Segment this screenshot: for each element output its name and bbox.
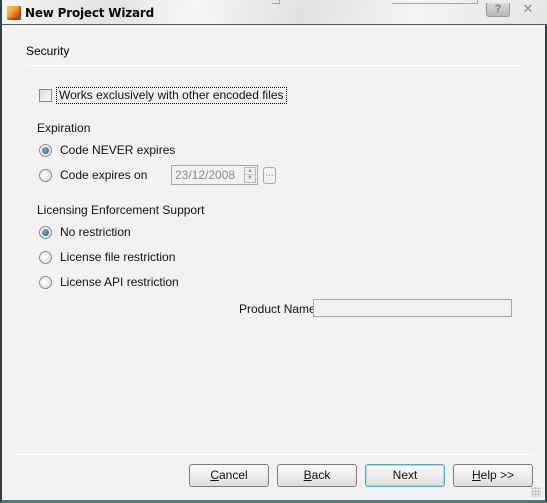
- button-label: ancel: [218, 468, 248, 482]
- radio-label: Code expires on: [60, 168, 148, 182]
- resize-grip-icon[interactable]: [531, 487, 541, 497]
- radio-license-file-restriction[interactable]: License file restriction: [39, 250, 175, 264]
- expiration-date-value: 23/12/2008: [175, 168, 236, 182]
- close-x-icon[interactable]: ✕: [518, 2, 538, 16]
- expiration-group-label: Expiration: [37, 121, 91, 135]
- encoded-files-checkbox[interactable]: [39, 89, 52, 102]
- title-decoration: [392, 0, 478, 4]
- radio-label: Code NEVER expires: [60, 143, 176, 157]
- title-bar[interactable]: New Project Wizard ? ✕: [2, 0, 547, 25]
- title-decoration: [272, 0, 280, 4]
- radio-button[interactable]: [39, 225, 52, 239]
- radio-label: License API restriction: [60, 275, 179, 289]
- radio-code-never-expires[interactable]: Code NEVER expires: [39, 143, 175, 157]
- accelerator-key: B: [303, 468, 312, 482]
- button-label: elp >>: [480, 468, 515, 482]
- page-title: Security: [26, 44, 70, 58]
- wizard-content: Security Works exclusively with other en…: [2, 25, 545, 500]
- next-button[interactable]: Next: [365, 464, 445, 487]
- radio-button[interactable]: [39, 250, 52, 264]
- cancel-button[interactable]: Cancel: [189, 464, 269, 487]
- radio-button[interactable]: [39, 275, 52, 289]
- radio-no-restriction[interactable]: No restriction: [39, 225, 131, 239]
- accelerator-key: H: [471, 468, 481, 482]
- radio-license-api-restriction[interactable]: License API restriction: [39, 275, 179, 289]
- radio-label: License file restriction: [60, 250, 176, 264]
- footer-divider: [16, 454, 532, 455]
- radio-label: No restriction: [60, 225, 131, 239]
- back-button[interactable]: Back: [277, 464, 357, 487]
- expiration-date-field[interactable]: 23/12/2008 ▲ ▼: [171, 165, 258, 185]
- product-name-input[interactable]: [313, 299, 512, 317]
- header-divider: [27, 65, 523, 66]
- wizard-window: New Project Wizard ? ✕ Security Works ex…: [0, 0, 547, 503]
- encoded-files-label[interactable]: Works exclusively with other encoded fil…: [56, 87, 287, 104]
- radio-code-expires-on[interactable]: Code expires on: [39, 168, 147, 182]
- date-picker-button[interactable]: ...: [263, 167, 276, 184]
- spin-up-icon[interactable]: ▲: [245, 168, 255, 175]
- licensing-group-label: Licensing Enforcement Support: [37, 203, 205, 217]
- radio-button[interactable]: [39, 143, 52, 157]
- radio-button[interactable]: [39, 168, 52, 182]
- spin-down-icon[interactable]: ▼: [245, 175, 255, 182]
- date-spinner[interactable]: ▲ ▼: [244, 167, 256, 183]
- accelerator-key: C: [210, 468, 219, 482]
- product-name-label: Product Name: [239, 302, 316, 316]
- window-title: New Project Wizard: [25, 6, 155, 20]
- question-mark-icon[interactable]: ?: [486, 3, 510, 17]
- encoded-files-checkbox-row[interactable]: Works exclusively with other encoded fil…: [39, 87, 287, 104]
- button-label: ack: [311, 468, 331, 482]
- app-cube-icon: [7, 6, 21, 20]
- help-button[interactable]: Help >>: [453, 464, 533, 487]
